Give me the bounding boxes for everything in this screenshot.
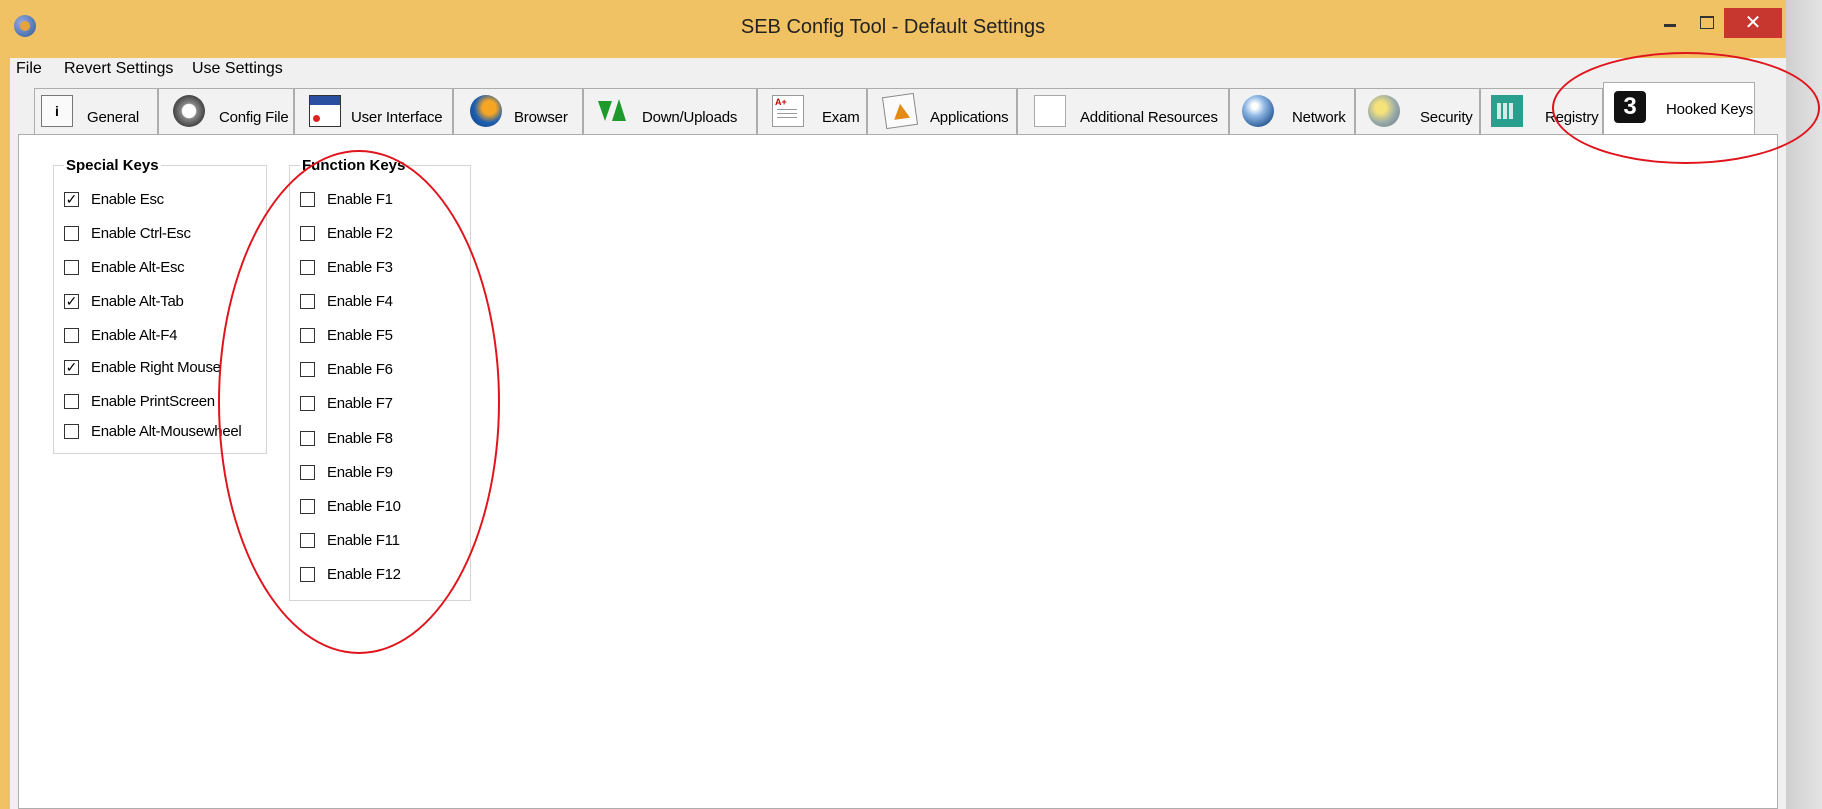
checkbox-label: Enable Alt-F4 [91, 327, 178, 344]
applications-icon [881, 92, 919, 130]
menu-use-settings[interactable]: Use Settings [186, 60, 289, 78]
checkbox[interactable] [64, 424, 79, 439]
checkbox-label: Enable F9 [327, 464, 393, 481]
hooked-keys-panel: Special Keys ✓ Enable Esc Enable Ctrl-Es… [18, 134, 1778, 809]
tab-strip: i General Config File User Interface Bro… [10, 82, 1786, 134]
tab-label: Security [1420, 109, 1473, 126]
checkbox-label: Enable F5 [327, 327, 393, 344]
checkbox-label: Enable Alt-Esc [91, 259, 185, 276]
tab-hooked-keys[interactable]: Hooked Keys [1603, 82, 1755, 134]
checkbox[interactable] [300, 226, 315, 241]
checkbox[interactable] [300, 362, 315, 377]
browser-icon [470, 95, 502, 127]
title-bar[interactable]: SEB Config Tool - Default Settings ✕ [0, 0, 1786, 58]
tab-label: Additional Resources [1080, 109, 1218, 126]
checkbox[interactable] [64, 260, 79, 275]
checkbox-label: Enable Ctrl-Esc [91, 225, 191, 242]
checkbox-label: Enable F3 [327, 259, 393, 276]
checkbox[interactable] [300, 260, 315, 275]
tab-label: Browser [514, 109, 568, 126]
tab-label: Exam [822, 109, 860, 126]
security-icon [1368, 95, 1400, 127]
tab-label: Network [1292, 109, 1346, 126]
function-keys-group: Function Keys Enable F1 Enable F2 Enable… [289, 157, 471, 601]
tab-network[interactable]: Network [1229, 88, 1355, 134]
tab-exam[interactable]: Exam [757, 88, 867, 134]
registry-icon [1491, 95, 1523, 127]
tab-label: Hooked Keys [1666, 101, 1754, 118]
checkbox-checked[interactable]: ✓ [64, 360, 79, 375]
tab-registry[interactable]: Registry [1480, 88, 1603, 134]
exam-icon [772, 95, 804, 127]
tab-down-uploads[interactable]: Down/Uploads [583, 88, 757, 134]
tab-label: Down/Uploads [642, 109, 738, 126]
checkbox-label: Enable Alt-Mousewheel [91, 423, 242, 440]
checkbox-checked[interactable]: ✓ [64, 192, 79, 207]
tab-label: Registry [1545, 109, 1599, 126]
checkbox-label: Enable F1 [327, 191, 393, 208]
hooked-keys-icon [1614, 91, 1646, 123]
checkbox[interactable] [64, 394, 79, 409]
client-area: File Revert Settings Use Settings i Gene… [10, 58, 1786, 809]
checkbox-label: Enable F8 [327, 430, 393, 447]
checkbox-label: Enable F12 [327, 566, 401, 583]
checkbox[interactable] [300, 192, 315, 207]
window-title: SEB Config Tool - Default Settings [740, 16, 1046, 38]
document-icon [1034, 95, 1066, 127]
checkbox-label: Enable F4 [327, 293, 393, 310]
checkbox-label: Enable PrintScreen [91, 393, 215, 410]
desktop-backdrop [1786, 0, 1822, 809]
function-keys-title: Function Keys [300, 157, 408, 174]
menu-file[interactable]: File [10, 60, 48, 78]
special-keys-title: Special Keys [64, 157, 161, 174]
checkbox[interactable] [64, 328, 79, 343]
menu-bar: File Revert Settings Use Settings [10, 58, 1786, 82]
checkbox-label: Enable Right Mouse [91, 359, 221, 376]
user-interface-icon [309, 95, 341, 127]
close-button[interactable]: ✕ [1724, 8, 1782, 38]
minimize-button[interactable] [1654, 8, 1686, 38]
globe-icon [1242, 95, 1274, 127]
special-keys-group: Special Keys ✓ Enable Esc Enable Ctrl-Es… [53, 157, 267, 454]
config-file-icon [173, 95, 205, 127]
checkbox[interactable] [64, 226, 79, 241]
tab-browser[interactable]: Browser [453, 88, 583, 134]
app-window: SEB Config Tool - Default Settings ✕ Fil… [0, 0, 1786, 809]
tab-general[interactable]: i General [34, 88, 158, 134]
tab-label: Applications [930, 109, 1009, 126]
maximize-button[interactable] [1690, 8, 1722, 38]
down-uploads-icon [594, 95, 626, 127]
tab-label: Config File [219, 109, 289, 126]
tab-label: User Interface [351, 109, 443, 126]
checkbox-label: Enable F10 [327, 498, 401, 515]
tab-label: General [87, 109, 139, 126]
checkbox-label: Enable F2 [327, 225, 393, 242]
tab-additional-resources[interactable]: Additional Resources [1017, 88, 1229, 134]
checkbox-checked[interactable]: ✓ [64, 294, 79, 309]
checkbox[interactable] [300, 328, 315, 343]
menu-revert-settings[interactable]: Revert Settings [58, 60, 179, 78]
checkbox-label: Enable F11 [327, 532, 400, 549]
info-icon: i [41, 95, 73, 127]
checkbox[interactable] [300, 533, 315, 548]
checkbox[interactable] [300, 499, 315, 514]
checkbox[interactable] [300, 431, 315, 446]
checkbox-label: Enable Esc [91, 191, 164, 208]
tab-user-interface[interactable]: User Interface [294, 88, 453, 134]
checkbox[interactable] [300, 294, 315, 309]
checkbox-label: Enable F6 [327, 361, 393, 378]
checkbox[interactable] [300, 465, 315, 480]
tab-applications[interactable]: Applications [867, 88, 1017, 134]
checkbox-label: Enable F7 [327, 395, 393, 412]
checkbox[interactable] [300, 396, 315, 411]
tab-config-file[interactable]: Config File [158, 88, 294, 134]
checkbox[interactable] [300, 567, 315, 582]
tab-security[interactable]: Security [1355, 88, 1480, 134]
checkbox-label: Enable Alt-Tab [91, 293, 184, 310]
